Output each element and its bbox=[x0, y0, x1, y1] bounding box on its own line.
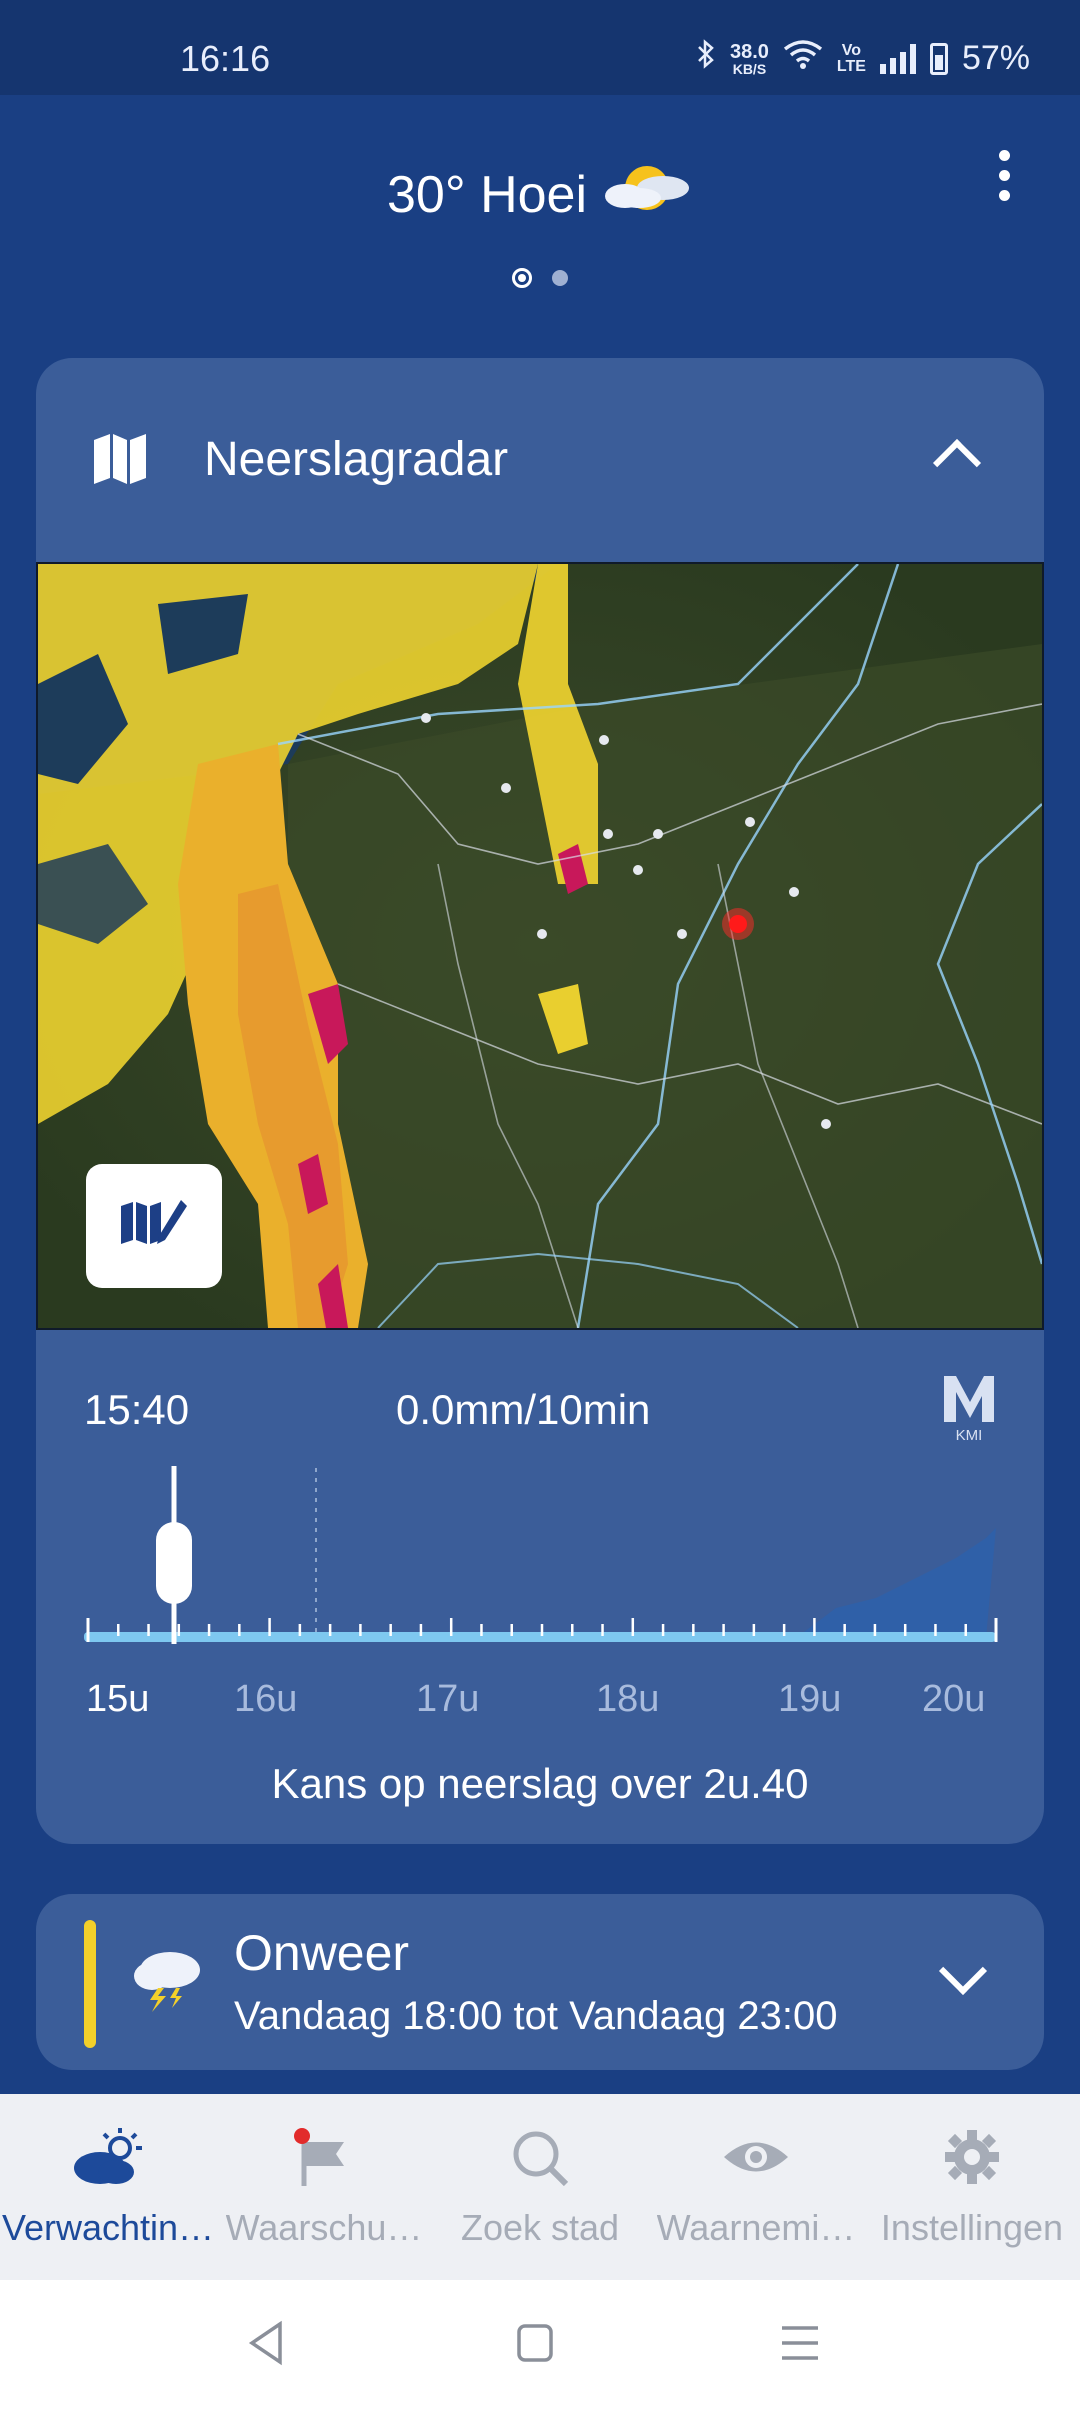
gear-icon bbox=[942, 2128, 1002, 2191]
nav-label: Instellingen bbox=[880, 2207, 1064, 2248]
network-speed: 38.0 KB/S bbox=[730, 42, 769, 76]
wifi-icon bbox=[783, 39, 823, 78]
radar-title: Neerslagradar bbox=[204, 433, 509, 486]
warning-period: Vandaag 18:00 tot Vandaag 23:00 bbox=[234, 1994, 838, 2038]
eye-icon bbox=[722, 2128, 790, 2191]
nav-label: Verwachtin… bbox=[1, 2207, 215, 2248]
precipitation-chance: Kans op neerslag over 2u.40 bbox=[271, 1760, 809, 1807]
weather-icon bbox=[68, 2128, 148, 2191]
nav-observations[interactable]: Waarnemi… bbox=[648, 2094, 864, 2280]
chevron-down-icon[interactable] bbox=[938, 1946, 988, 1996]
location-title[interactable]: 30° Hoei bbox=[387, 165, 587, 225]
tick-label: 19u bbox=[778, 1678, 842, 1720]
search-icon bbox=[510, 2128, 570, 2191]
flag-icon bbox=[294, 2128, 354, 2191]
warning-level-bar bbox=[84, 1920, 96, 2048]
battery-percent: 57% bbox=[961, 39, 1030, 77]
back-icon[interactable] bbox=[246, 2320, 286, 2371]
warning-card[interactable]: Onweer Vandaag 18:00 tot Vandaag 23:00 bbox=[36, 1894, 1044, 2070]
chevron-up-icon[interactable] bbox=[932, 438, 982, 488]
tick-label: 18u bbox=[596, 1678, 660, 1720]
nav-settings[interactable]: Instellingen bbox=[864, 2094, 1080, 2280]
tick-label: 17u bbox=[416, 1678, 480, 1720]
signal-icon bbox=[879, 43, 916, 74]
radar-map[interactable] bbox=[36, 562, 1044, 1330]
radar-card-header[interactable]: Neerslagradar bbox=[36, 358, 1044, 562]
warning-title: Onweer bbox=[234, 1925, 410, 1981]
radar-amount: 0.0mm/10min bbox=[396, 1386, 651, 1433]
bottom-navigation: Verwachtin… Waarschu… Zoek stad Waarnemi… bbox=[0, 2094, 1080, 2280]
legend-button[interactable] bbox=[86, 1164, 222, 1288]
nav-forecast[interactable]: Verwachtin… bbox=[0, 2094, 216, 2280]
system-navigation bbox=[0, 2280, 1080, 2412]
status-icons: 38.0 KB/S Vo LTE 57% bbox=[696, 38, 1030, 79]
status-bar: 16:16 38.0 KB/S Vo LTE 57% bbox=[0, 0, 1080, 95]
tick-label: 20u bbox=[922, 1678, 986, 1720]
status-time: 16:16 bbox=[180, 38, 271, 79]
network-speed-unit: KB/S bbox=[732, 60, 767, 77]
bluetooth-icon bbox=[696, 38, 716, 79]
location-header[interactable]: 30° Hoei bbox=[0, 158, 1080, 231]
battery-icon bbox=[929, 42, 948, 75]
sun-cloud-icon bbox=[603, 158, 693, 231]
nav-warnings[interactable]: Waarschu… bbox=[216, 2094, 432, 2280]
radar-timeline[interactable]: 15u 16u 17u 18u 19u 20u bbox=[36, 1448, 1044, 1788]
location-pager[interactable] bbox=[0, 268, 1080, 288]
radar-time: 15:40 bbox=[84, 1386, 190, 1433]
thunderstorm-icon bbox=[130, 1942, 206, 2017]
tick-label: 16u bbox=[234, 1678, 298, 1720]
nav-label: Zoek stad bbox=[460, 2207, 620, 2248]
nav-search-city[interactable]: Zoek stad bbox=[432, 2094, 648, 2280]
nav-label: Waarschu… bbox=[225, 2207, 423, 2248]
page-dot[interactable] bbox=[552, 270, 568, 286]
home-icon[interactable] bbox=[515, 2320, 555, 2371]
kmi-logo: KMI bbox=[942, 1372, 996, 1444]
radar-info: 15:40 0.0mm/10min KMI bbox=[36, 1368, 1044, 1448]
volte-indicator: Vo LTE bbox=[836, 41, 866, 75]
nav-label: Waarnemi… bbox=[656, 2207, 856, 2248]
more-vert-icon[interactable] bbox=[992, 150, 1016, 210]
radar-card: Neerslagradar 15:40 0.0mm/10min KMI 15u … bbox=[36, 358, 1044, 1844]
tick-label: 15u bbox=[86, 1678, 150, 1720]
kmi-logo-text: KMI bbox=[956, 1427, 983, 1444]
current-location-dot[interactable] bbox=[512, 268, 532, 288]
map-legend-icon bbox=[119, 1196, 189, 1257]
recents-icon[interactable] bbox=[780, 2320, 820, 2371]
map-icon bbox=[92, 430, 148, 491]
network-speed-value: 38.0 bbox=[729, 40, 769, 63]
